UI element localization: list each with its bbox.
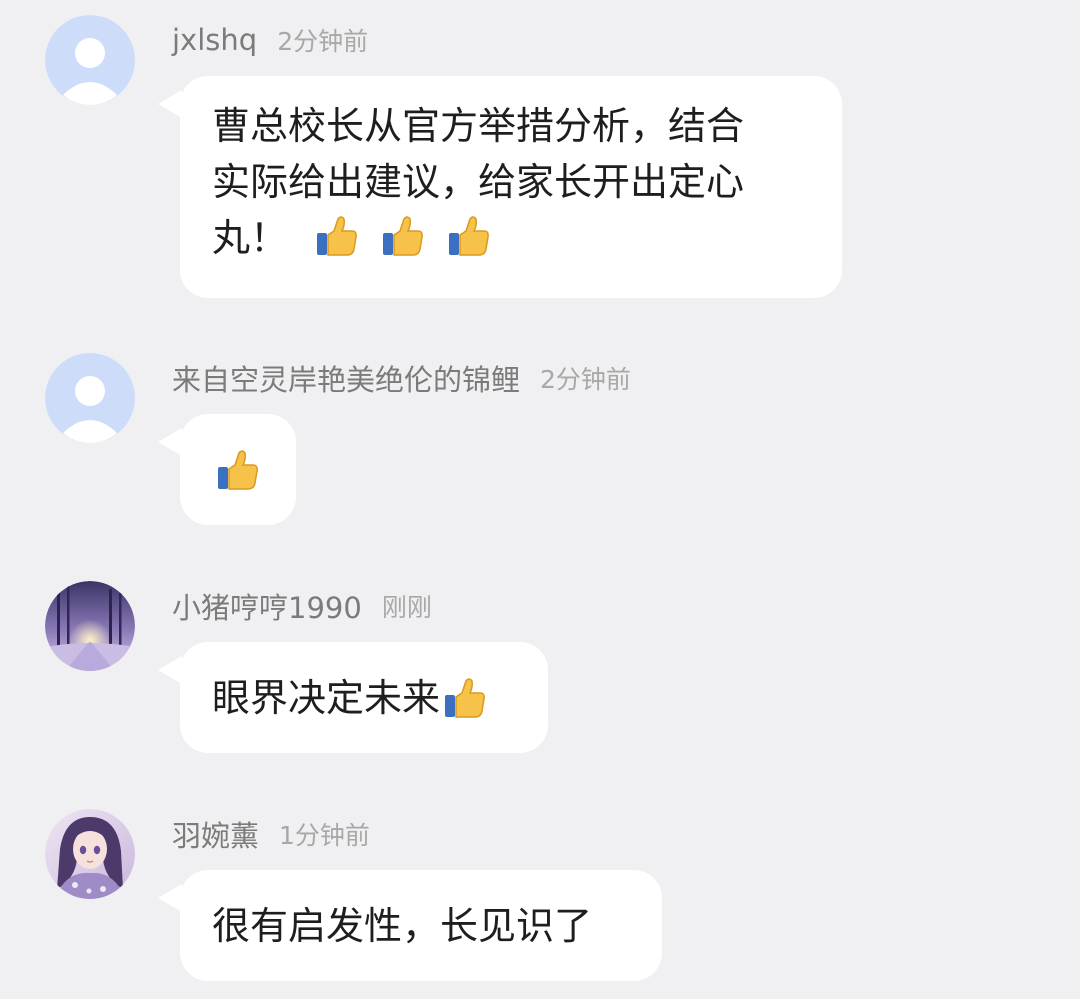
avatar[interactable] (45, 809, 135, 899)
username[interactable]: 小猪哼哼1990 (172, 585, 362, 627)
comment-bubble[interactable] (158, 414, 296, 525)
timestamp: 1分钟前 (279, 821, 370, 850)
comment-text: 眼界决定未来 (212, 675, 441, 720)
comment-meta: jxlshq 2分钟前 (172, 15, 368, 65)
thumbs-up-icon (314, 213, 360, 259)
thumbs-up-icon (215, 447, 261, 493)
comment-text-line: 实际给出建议，给家长开出定心 (212, 160, 745, 204)
comment-bubble[interactable]: 很有启发性，长见识了 (158, 870, 662, 981)
timestamp: 2分钟前 (540, 365, 631, 394)
thumbs-up-icon (442, 675, 488, 721)
default-avatar-icon (45, 353, 135, 443)
avatar[interactable] (45, 353, 135, 443)
avatar[interactable] (45, 581, 135, 671)
default-avatar-icon (45, 15, 135, 105)
comment-text-line-end: 丸！ (212, 216, 289, 260)
comment-meta: 来自空灵岸艳美绝伦的锦鲤 2分钟前 (172, 353, 631, 403)
username[interactable]: 来自空灵岸艳美绝伦的锦鲤 (172, 357, 520, 399)
timestamp: 刚刚 (381, 593, 432, 622)
comment-bubble[interactable]: 曹总校长从官方举措分析，结合 实际给出建议，给家长开出定心 丸！ (158, 76, 842, 298)
username[interactable]: jxlshq (172, 23, 257, 57)
comment-meta: 小猪哼哼1990 刚刚 (172, 581, 432, 631)
comment-text-line: 曹总校长从官方举措分析，结合 (212, 104, 745, 148)
comment-text-line: 丸！ (212, 210, 810, 266)
comment-meta: 羽婉薰 1分钟前 (172, 809, 370, 859)
timestamp: 2分钟前 (277, 27, 369, 56)
anime-girl-photo (45, 809, 135, 899)
winter-forest-photo (45, 581, 135, 671)
username[interactable]: 羽婉薰 (172, 813, 259, 855)
thumbs-up-icon (446, 213, 492, 259)
thumbs-up-icon (380, 213, 426, 259)
comment-text: 很有启发性，长见识了 (212, 903, 593, 948)
avatar[interactable] (45, 15, 135, 105)
comment-bubble[interactable]: 眼界决定未来 (158, 642, 548, 753)
